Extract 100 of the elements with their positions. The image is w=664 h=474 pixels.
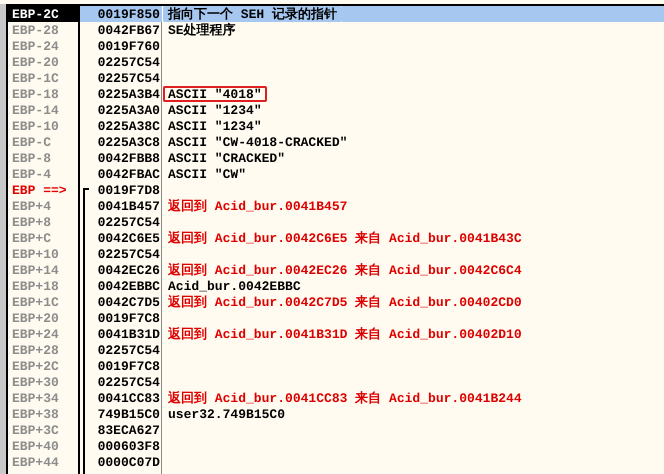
stack-row[interactable]: EBP+1C 0042C7D5 返回到 Acid_bur.0042C7D5 来自 Acid_bur.00402CD0 [8, 294, 664, 310]
stack-value: 0041CC83 [96, 390, 161, 406]
stack-row[interactable]: EBP+44 0000C07D [8, 454, 664, 470]
stack-value: 0042FBB8 [96, 150, 161, 166]
stack-row[interactable]: EBP-2C 0019F850 指向下一个 SEH 记录的指针 [8, 6, 664, 22]
stack-row[interactable]: EBP ==> 0019F7D8 [8, 182, 664, 198]
stack-comment: Acid_bur.0042EBBC [167, 278, 302, 294]
offset-label: EBP+3C [11, 422, 60, 438]
stack-value: 749B15C0 [96, 406, 161, 422]
stack-value: 0000C07D [96, 454, 161, 470]
frame-bracket-icon [82, 188, 90, 474]
stack-row[interactable]: EBP+30 02257C54 [8, 374, 664, 390]
stack-row[interactable]: EBP-20 02257C54 [8, 54, 664, 70]
stack-comment: ASCII "CW" [167, 166, 248, 182]
stack-value: 0042FBAC [96, 166, 161, 182]
stack-row[interactable]: EBP-8 0042FBB8 ASCII "CRACKED" [8, 150, 664, 166]
stack-row[interactable]: EBP+4 0041B457 返回到 Acid_bur.0041B457 [8, 198, 664, 214]
offset-label: EBP-2C [8, 6, 78, 22]
stack-row[interactable]: EBP+34 0041CC83 返回到 Acid_bur.0041CC83 来自 Acid_bur.0041B244 [8, 390, 664, 406]
stack-row[interactable]: EBP-C 0225A3C8 ASCII "CW-4018-CRACKED" [8, 134, 664, 150]
offset-label: EBP+34 [11, 390, 60, 406]
stack-comment: ASCII "1234" [167, 102, 263, 118]
offset-label: EBP+C [11, 230, 52, 246]
offset-label: EBP-C [11, 134, 52, 150]
offset-label: EBP-24 [11, 38, 60, 54]
stack-value: 02257C54 [96, 342, 161, 358]
stack-row[interactable]: EBP+38 749B15C0 user32.749B15C0 [8, 406, 664, 422]
stack-row[interactable]: EBP+40 000603F8 [8, 438, 664, 454]
stack-row[interactable]: EBP+8 02257C54 [8, 214, 664, 230]
stack-value: 0042FB67 [96, 22, 161, 38]
stack-value: 0019F7C8 [96, 358, 161, 374]
offset-label: EBP+38 [11, 406, 60, 422]
offset-label: EBP+24 [11, 326, 60, 342]
stack-value: 0225A3B4 [96, 86, 161, 102]
stack-value: 02257C54 [96, 70, 161, 86]
stack-row[interactable]: EBP+24 0041B31D 返回到 Acid_bur.0041B31D 来自 Acid_bur.00402D10 [8, 326, 664, 342]
offset-label: EBP-18 [11, 86, 60, 102]
stack-value: 02257C54 [96, 246, 161, 262]
stack-row[interactable]: EBP+3C 83ECA627 [8, 422, 664, 438]
stack-value: 02257C54 [96, 54, 161, 70]
stack-value: 0041B31D [96, 326, 161, 342]
stack-comment: 返回到 Acid_bur.0041CC83 来自 Acid_bur.0041B244 [167, 390, 523, 406]
stack-value: 000603F8 [96, 438, 161, 454]
stack-row[interactable]: EBP+28 02257C54 [8, 342, 664, 358]
stack-row[interactable]: EBP+18 0042EBBC Acid_bur.0042EBBC [8, 278, 664, 294]
stack-value: 0225A3A0 [96, 102, 161, 118]
stack-comment: ASCII "4018" [163, 86, 267, 102]
stack-value: 0225A3C8 [96, 134, 161, 150]
stack-comment: 指向下一个 SEH 记录的指针 [163, 6, 342, 22]
stack-row[interactable]: EBP-24 0019F760 [8, 38, 664, 54]
stack-value: 0042C7D5 [96, 294, 161, 310]
stack-row[interactable]: EBP+14 0042EC26 返回到 Acid_bur.0042EC26 来自 Acid_bur.0042C6C4 [8, 262, 664, 278]
offset-label: EBP-8 [11, 150, 52, 166]
offset-label: EBP-10 [11, 118, 60, 134]
stack-value: 02257C54 [96, 214, 161, 230]
offset-label: EBP+44 [11, 454, 60, 470]
offset-label: EBP-1C [11, 70, 60, 86]
stack-value: 0019F7D8 [96, 182, 161, 198]
stack-row[interactable]: EBP-10 0225A38C ASCII "1234" [8, 118, 664, 134]
stack-value: 0041B457 [96, 198, 161, 214]
offset-label: EBP+18 [11, 278, 60, 294]
offset-label: EBP-4 [11, 166, 52, 182]
stack-comment: 返回到 Acid_bur.0042C6E5 来自 Acid_bur.0041B43C [167, 230, 523, 246]
stack-value: 0225A38C [96, 118, 161, 134]
offset-label: EBP+2C [11, 358, 60, 374]
offset-label: EBP-14 [11, 102, 60, 118]
stack-value: 0019F7C8 [96, 310, 161, 326]
stack-comment: 返回到 Acid_bur.0042C7D5 来自 Acid_bur.00402CD0 [167, 294, 523, 310]
stack-comment: SE处理程序 [167, 22, 237, 38]
stack-row[interactable]: EBP-4 0042FBAC ASCII "CW" [8, 166, 664, 182]
stack-value: 0042C6E5 [96, 230, 161, 246]
offset-label: EBP ==> [11, 182, 68, 198]
stack-row[interactable]: EBP-1C 02257C54 [8, 70, 664, 86]
stack-value: 0042EC26 [96, 262, 161, 278]
offset-label: EBP+40 [11, 438, 60, 454]
stack-row[interactable]: EBP+C 0042C6E5 返回到 Acid_bur.0042C6E5 来自 Acid_bur.0041B43C [8, 230, 664, 246]
stack-comment: ASCII "CRACKED" [167, 150, 286, 166]
offset-label: EBP+1C [11, 294, 60, 310]
offset-label: EBP-28 [11, 22, 60, 38]
stack-value: 0019F760 [96, 38, 161, 54]
stack-row[interactable]: EBP-14 0225A3A0 ASCII "1234" [8, 102, 664, 118]
offset-label: EBP+4 [11, 198, 52, 214]
offset-label: EBP+8 [11, 214, 52, 230]
stack-value: 0042EBBC [96, 278, 161, 294]
stack-comment: 返回到 Acid_bur.0041B31D 来自 Acid_bur.00402D10 [167, 326, 523, 342]
stack-row[interactable]: EBP-28 0042FB67 SE处理程序 [8, 22, 664, 38]
stack-row[interactable]: EBP+10 02257C54 [8, 246, 664, 262]
offset-label: EBP+20 [11, 310, 60, 326]
offset-label: EBP+14 [11, 262, 60, 278]
stack-row[interactable]: EBP+20 0019F7C8 [8, 310, 664, 326]
offset-label: EBP+10 [11, 246, 60, 262]
stack-comment: 返回到 Acid_bur.0041B457 [167, 198, 348, 214]
stack-row[interactable]: EBP-18 0225A3B4 ASCII "4018" [8, 86, 664, 102]
stack-comment: ASCII "1234" [167, 118, 263, 134]
stack-row[interactable]: EBP+2C 0019F7C8 [8, 358, 664, 374]
offset-label: EBP-20 [11, 54, 60, 70]
offset-label: EBP+30 [11, 374, 60, 390]
stack-value: 83ECA627 [96, 422, 161, 438]
stack-comment: ASCII "CW-4018-CRACKED" [167, 134, 348, 150]
stack-value: 0019F850 [80, 6, 162, 22]
